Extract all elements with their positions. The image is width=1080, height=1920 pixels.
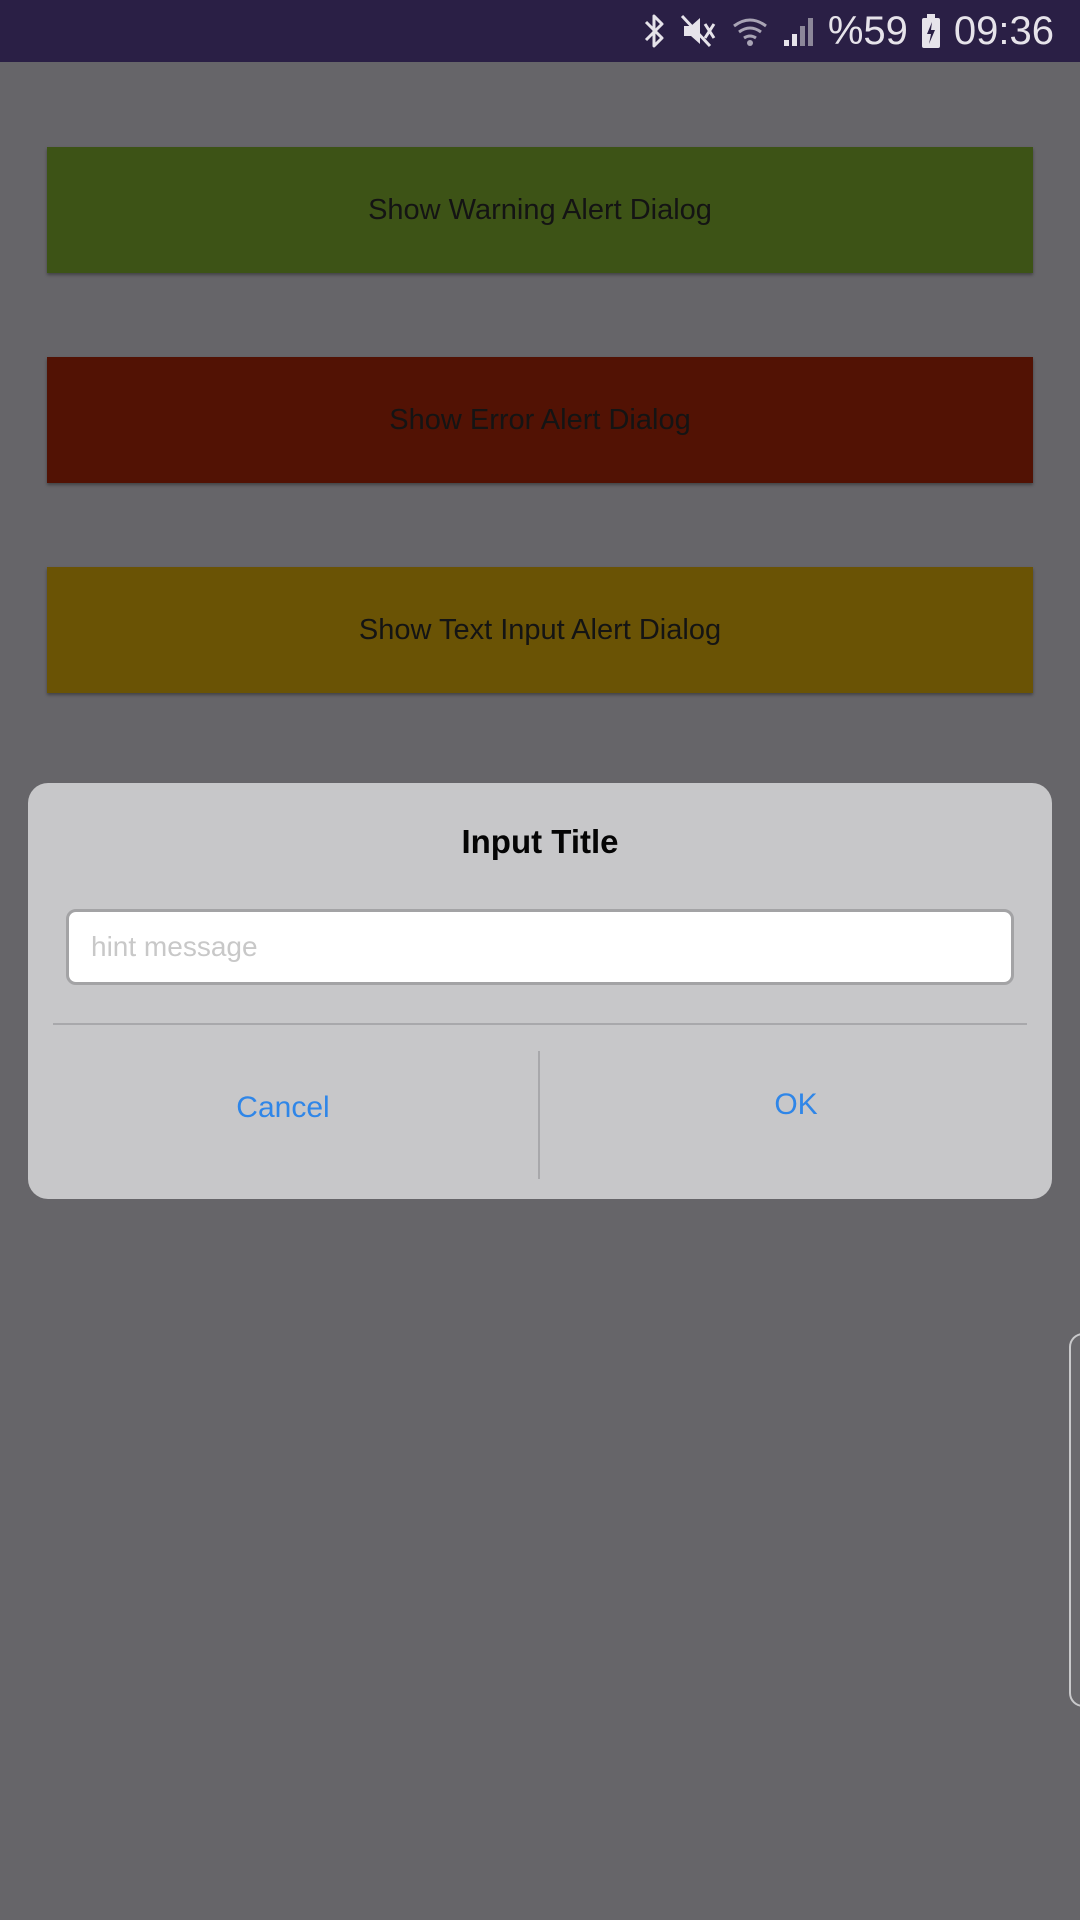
ok-button[interactable]: OK xyxy=(540,1033,1052,1183)
dialog-title: Input Title xyxy=(461,823,619,860)
battery-charging-icon xyxy=(920,11,942,51)
cancel-button[interactable]: Cancel xyxy=(28,1033,538,1183)
mute-icon xyxy=(680,11,718,51)
wifi-icon xyxy=(730,11,770,51)
input-alert-dialog: Input Title Cancel OK xyxy=(28,783,1052,1199)
dialog-divider xyxy=(53,1023,1027,1025)
show-warning-alert-button[interactable]: Show Warning Alert Dialog xyxy=(47,147,1033,273)
show-text-input-alert-button[interactable]: Show Text Input Alert Dialog xyxy=(47,567,1033,693)
dialog-text-input[interactable] xyxy=(66,909,1014,985)
signal-icon xyxy=(782,11,816,51)
bluetooth-icon xyxy=(642,11,668,51)
status-time: 09:36 xyxy=(953,9,1054,53)
edge-panel-handle[interactable] xyxy=(1069,1333,1080,1707)
battery-percent: %59 xyxy=(827,9,908,53)
status-bar: %59 09:36 xyxy=(0,0,1080,62)
show-error-alert-button[interactable]: Show Error Alert Dialog xyxy=(47,357,1033,483)
